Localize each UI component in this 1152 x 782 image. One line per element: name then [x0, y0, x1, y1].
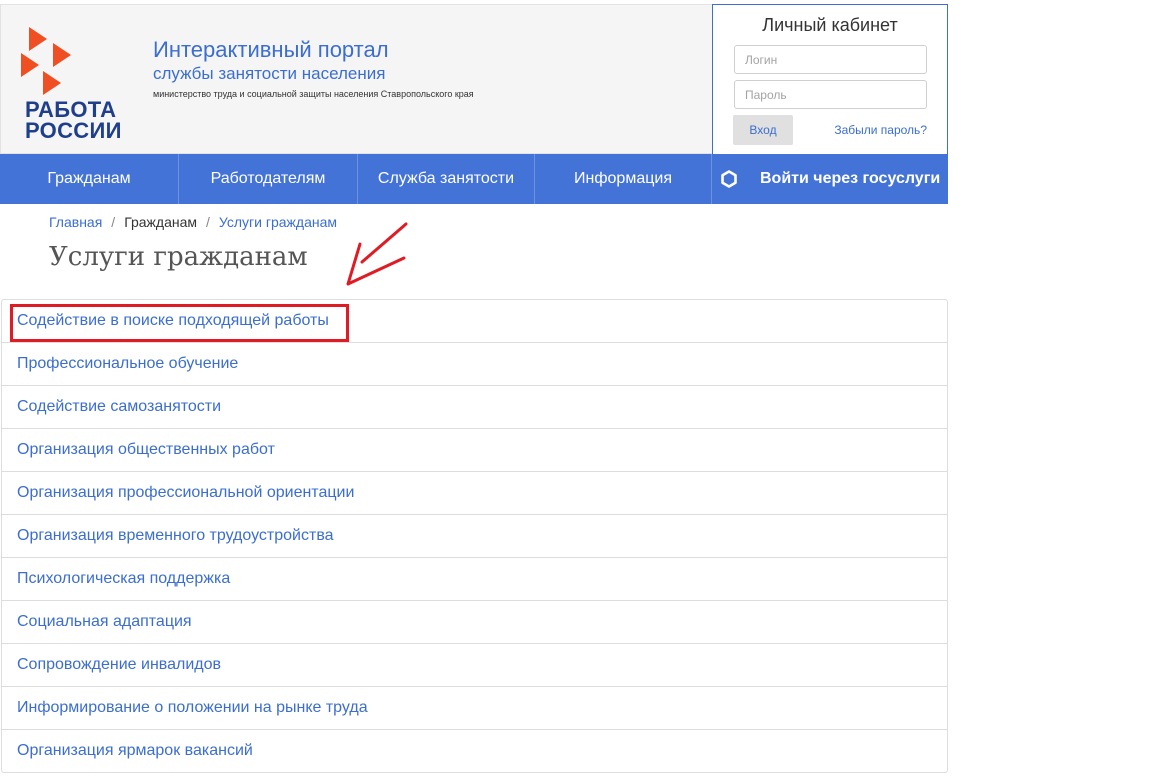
service-item-temporary-employment[interactable]: Организация временного трудоустройства [2, 514, 947, 557]
main-nav: Гражданам Работодателям Служба занятости… [0, 154, 948, 204]
breadcrumb-separator: / [111, 214, 116, 230]
nav-item-employment-service[interactable]: Служба занятости [358, 154, 535, 204]
service-item-job-fairs[interactable]: Организация ярмарок вакансий [2, 729, 947, 772]
service-item-disability-support[interactable]: Сопровождение инвалидов [2, 643, 947, 686]
login-title: Личный кабинет [762, 15, 898, 35]
ministry-caption: министерство труда и социальной защиты н… [153, 89, 474, 99]
nav-item-information[interactable]: Информация [535, 154, 712, 204]
breadcrumb-home[interactable]: Главная [49, 214, 102, 230]
annotation-arrow-icon [346, 222, 408, 286]
password-field[interactable] [734, 80, 927, 109]
login-button[interactable]: Вход [733, 115, 793, 145]
login-field[interactable] [734, 45, 927, 74]
page-title: Услуги гражданам [49, 242, 308, 272]
breadcrumb-current[interactable]: Услуги гражданам [219, 214, 337, 230]
service-item-labor-market-info[interactable]: Информирование о положении на рынке труд… [2, 686, 947, 729]
login-panel: Личный кабинет Вход Забыли пароль? [712, 4, 948, 155]
service-item-public-works[interactable]: Организация общественных работ [2, 428, 947, 471]
service-item-self-employment[interactable]: Содействие самозанятости [2, 385, 947, 428]
portal-subtitle: службы занятости населения [153, 64, 386, 83]
service-item-social-adaptation[interactable]: Социальная адаптация [2, 600, 947, 643]
breadcrumb-separator: / [206, 214, 210, 230]
breadcrumb: Главная / Гражданам / Услуги гражданам [49, 214, 337, 230]
gosuslugi-icon [721, 170, 737, 188]
gosuslugi-label: Войти через госуслуги [760, 170, 941, 187]
gosuslugi-login-button[interactable]: Войти через госуслуги [712, 154, 948, 204]
services-list: Содействие в поиске подходящей работы Пр… [1, 299, 948, 773]
service-item-training[interactable]: Профессиональное обучение [2, 342, 947, 385]
forgot-password-link[interactable]: Забыли пароль? [834, 123, 927, 137]
logo-text: РАБОТА РОССИИ [25, 97, 122, 143]
portal-title: Интерактивный портал [153, 37, 389, 62]
nav-item-employers[interactable]: Работодателям [179, 154, 358, 204]
breadcrumb-citizens[interactable]: Гражданам [124, 214, 197, 230]
service-item-career-guidance[interactable]: Организация профессиональной ориентации [2, 471, 947, 514]
nav-item-citizens[interactable]: Гражданам [0, 154, 179, 204]
service-item-job-search[interactable]: Содействие в поиске подходящей работы [2, 300, 947, 342]
service-item-psychological-support[interactable]: Психологическая поддержка [2, 557, 947, 600]
